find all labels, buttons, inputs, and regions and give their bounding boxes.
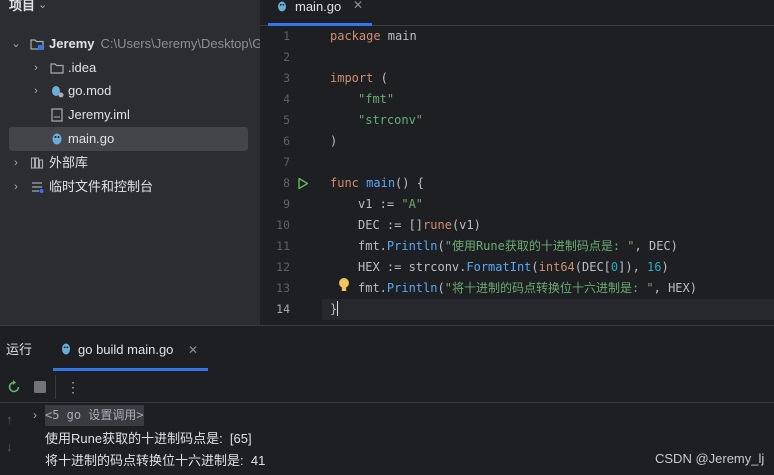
run-panel-title: 运行 [6,342,33,357]
tab-main-go[interactable]: main.go ✕ [268,0,372,26]
tree-item-main-go[interactable]: main.go [9,127,248,151]
code-line-1: package main [330,29,417,43]
line-number: 12 [276,260,290,274]
chevron-right-icon[interactable]: › [31,79,41,103]
line-number: 11 [276,239,290,253]
line-number-current: 14 [276,302,290,316]
tab-label: main.go [295,0,342,14]
tree-item-label: 外部库 [49,155,89,170]
tree-item-label: Jeremy [49,36,95,51]
code-line-6: ) [330,134,338,148]
run-toolbar: ⋮ [0,372,774,403]
text-cursor [337,301,339,316]
tab-label: go build main.go [78,342,174,357]
code-line-3: import ( [330,71,388,85]
scratches-icon [32,182,44,193]
line-number: 10 [276,218,290,232]
line-number: 8 [283,176,290,190]
code-line-13: fmt.Println("将十进制的码点转换位十六进制是: ", HEX) [358,281,697,295]
tree-item-idea[interactable]: › .idea [0,56,260,80]
go-run-config-icon [62,343,70,355]
collapsed-process-header[interactable]: <5 go 设置调用> [45,405,144,426]
tree-item-label: main.go [68,131,115,146]
run-gutter-icon[interactable] [297,177,309,190]
chevron-down-icon[interactable]: ⌄ [11,32,21,56]
tree-item-project-root[interactable]: ⌄ Jeremy C:\Users\Jeremy\Desktop\G [0,32,263,56]
line-number: 3 [283,71,290,85]
line-number: 9 [283,197,290,211]
chevron-right-icon[interactable]: › [11,175,21,199]
current-line-highlight [322,299,774,320]
tree-item-scratches[interactable]: › 临时文件和控制台 [0,175,260,199]
line-number: 1 [283,29,290,43]
line-number: 7 [283,155,290,169]
tree-item-label: .idea [68,60,97,75]
code-line-8: func main() { [330,176,424,190]
close-icon[interactable]: ✕ [188,341,198,359]
code-line-10: DEC := []rune(v1) [358,218,481,232]
watermark: CSDN @Jeremy_lj [655,451,765,466]
tab-go-build[interactable]: go build main.go ✕ [53,336,208,371]
line-number: 6 [283,134,290,148]
code-line-9: v1 := "A" [358,197,424,211]
code-line-5: "strconv" [358,113,424,127]
project-path: C:\Users\Jeremy\Desktop\G [100,36,263,51]
module-folder-icon [30,39,44,50]
chevron-right-icon[interactable]: › [11,151,21,175]
tree-item-label: 临时文件和控制台 [49,179,154,194]
chevron-right-icon[interactable]: › [33,405,37,426]
project-panel-title: 项目 [9,0,36,13]
folder-icon [50,63,64,74]
active-tab-indicator [53,368,208,371]
tree-item-external-libraries[interactable]: › 外部库 [0,151,260,175]
iml-file-icon [51,108,63,122]
arrow-up-icon[interactable]: ↑ [6,412,13,427]
tree-item-iml[interactable]: Jeremy.iml [0,103,260,127]
code-line-4: "fmt" [358,92,395,106]
go-file-icon [278,1,286,12]
line-number: 4 [283,92,290,106]
tree-item-label: go.mod [68,83,112,98]
chevron-right-icon[interactable]: › [31,56,41,80]
lightbulb-icon[interactable] [338,277,350,293]
gomod-icon [52,86,64,98]
line-number: 2 [283,50,290,64]
line-number: 13 [276,281,290,295]
go-file-icon [52,133,62,145]
more-options-icon[interactable]: ⋮ [66,378,80,396]
library-icon [30,157,44,169]
stop-icon[interactable] [33,380,47,394]
tree-item-label: Jeremy.iml [68,107,130,122]
arrow-down-icon[interactable]: ↓ [6,439,13,454]
toolbar-divider [55,375,56,399]
run-side-toolbar: ↑ ↓ [0,403,30,474]
line-number: 5 [283,113,290,127]
code-line-12: HEX := strconv.FormatInt(int64(DEC[0]), … [358,260,669,274]
tree-item-gomod[interactable]: › go.mod [0,79,260,103]
code-line-14: } [330,301,339,316]
chevron-down-icon[interactable]: ⌄ [38,0,47,12]
project-panel-header[interactable]: 项目 ⌄ [0,0,260,14]
close-icon[interactable]: ✕ [353,0,363,13]
code-line-11: fmt.Println("使用Rune获取的十进制码点是: ", DEC) [358,239,678,253]
console-output-line: 使用Rune获取的十进制码点是: [65] [45,431,252,446]
rerun-icon[interactable] [6,379,22,395]
console-output-line: 将十进制的码点转换位十六进制是: 41 [45,453,266,468]
